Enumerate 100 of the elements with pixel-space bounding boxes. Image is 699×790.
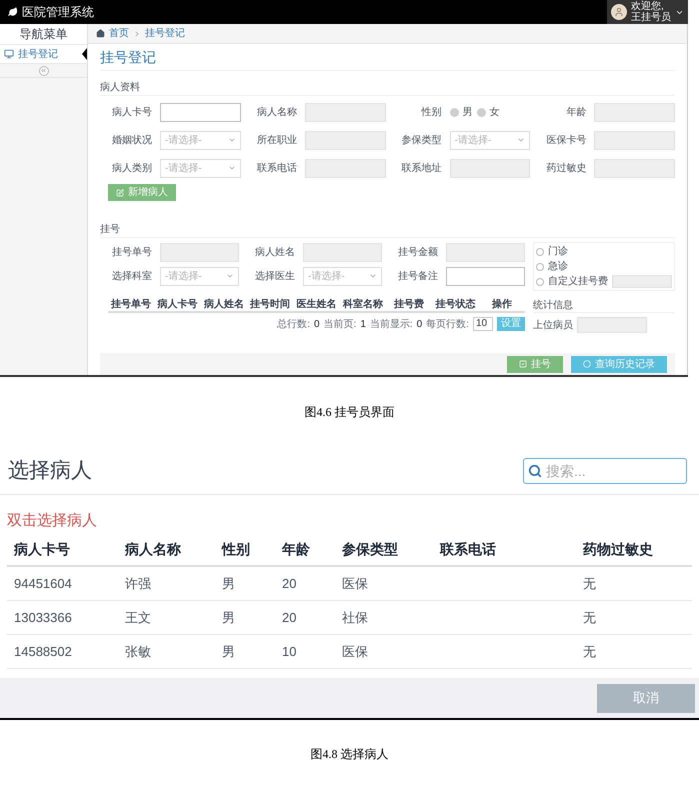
dropdown[interactable]: -请选择- [303, 266, 382, 286]
field-label: 医保卡号 [545, 134, 586, 148]
column-header: 病人卡号 [14, 540, 71, 558]
field-label: 病人名称 [256, 106, 297, 120]
field-label: 病人姓名 [254, 246, 295, 260]
table-cell-text: 医保 [342, 574, 369, 593]
chevron-icon [133, 30, 141, 38]
column-header: 年龄 [282, 540, 311, 558]
table-cell-text: 13033366 [14, 608, 73, 627]
monitor-icon [4, 49, 14, 59]
radio-button[interactable] [536, 278, 544, 286]
breadcrumb-link[interactable]: 挂号登记 [145, 26, 185, 41]
column-header: 挂号时间 [248, 298, 292, 312]
caret-icon [228, 164, 236, 172]
hint-text: 双击选择病人 [7, 512, 97, 529]
radio-button[interactable] [536, 262, 544, 270]
radio-label: 女 [490, 106, 500, 120]
column-header: 科室名称 [342, 297, 384, 312]
column-header: 性别 [222, 540, 251, 558]
column-header: 参保类型 [342, 540, 399, 558]
user-name: 王挂号员 [631, 12, 671, 23]
caret-icon [228, 136, 236, 144]
table-cell-text: 94451604 [14, 574, 73, 593]
search-icon [528, 464, 542, 478]
table-cell-text: 14588502 [14, 642, 73, 661]
double-chevron-icon [40, 67, 47, 74]
collapse-button[interactable] [38, 66, 48, 76]
column-header: 药物过敏史 [583, 540, 654, 558]
column-header: 病人姓名 [202, 298, 245, 312]
field-label: 病人类别 [111, 162, 152, 176]
pagination-value: 0 [416, 318, 422, 332]
sidebar-item[interactable]: 挂号登记 [0, 45, 87, 64]
sidebar-title: 导航菜单 [0, 24, 87, 45]
radio-label: 门诊 [548, 244, 568, 259]
pagination-label: 当前页: [324, 318, 356, 332]
action-button[interactable]: 挂号 [507, 356, 563, 372]
breadcrumb-link[interactable]: 首页 [109, 26, 129, 41]
table-cell-text: 社保 [342, 608, 369, 627]
checkbox-icon [519, 360, 527, 368]
radio-label: 男 [462, 106, 472, 120]
column-header: 挂号单号 [110, 298, 152, 312]
table-cell-text: 男 [222, 642, 236, 661]
input-field[interactable] [612, 275, 672, 288]
cancel-button[interactable]: 取消 [597, 684, 695, 712]
dropdown[interactable]: -请选择- [160, 266, 239, 286]
field-label: 年龄 [565, 106, 586, 120]
column-header: 病人卡号 [156, 298, 198, 312]
radio-button[interactable] [536, 248, 544, 256]
greeting-text: 欢迎您, [631, 1, 665, 12]
radio-button[interactable] [476, 108, 486, 116]
dialog-title: 选择病人 [8, 458, 92, 484]
field-label: 联系电话 [256, 162, 297, 176]
table-cell-text: 无 [583, 608, 597, 627]
field-label: 上位病员 [533, 318, 573, 332]
pagination-label: 每页行数: [426, 318, 469, 332]
table-cell-text: 无 [583, 642, 597, 661]
field-label: 挂号备注 [397, 270, 438, 284]
table-cell-text: 医保 [342, 642, 369, 661]
pagination-value: 1 [360, 318, 366, 332]
action-button[interactable]: 查询历史记录 [571, 356, 667, 372]
home-icon [96, 29, 105, 38]
column-header: 病人名称 [125, 540, 182, 558]
caret-icon [517, 136, 526, 144]
dropdown[interactable]: -请选择- [160, 158, 241, 178]
input-field[interactable] [160, 102, 241, 122]
dropdown[interactable]: -请选择- [450, 130, 530, 150]
table-cell-text: 10 [282, 642, 298, 661]
field-label: 性别 [420, 106, 442, 120]
pagination-label: 总行数: [277, 318, 310, 332]
field-label: 病人卡号 [111, 106, 152, 120]
field-label: 药过敏史 [545, 162, 586, 176]
section-title: 统计信息 [533, 300, 573, 311]
figure-caption: 图4.8 选择病人 [310, 746, 388, 763]
user-menu[interactable]: 欢迎您, 王挂号员 [607, 0, 688, 24]
column-header: 医生姓名 [295, 298, 338, 312]
table-row[interactable]: 13033366 王文 男 20 社保 无 [7, 601, 692, 635]
caret-icon [226, 272, 234, 280]
field-label: 婚姻状况 [111, 134, 152, 148]
set-button[interactable]: 设置 [497, 317, 525, 331]
field-label: 联系地址 [400, 162, 442, 176]
search-field[interactable]: 搜索... [523, 458, 687, 484]
section-title: 病人资料 [100, 82, 140, 93]
table-row[interactable]: 94451604 许强 男 20 医保 无 [7, 567, 692, 601]
radio-button[interactable] [450, 108, 458, 116]
column-header: 挂号费 [392, 298, 426, 312]
add-patient-button[interactable]: 新增病人 [108, 184, 176, 201]
table-cell-text: 王文 [125, 608, 152, 627]
circle-icon [583, 360, 591, 368]
field-label: 选择科室 [111, 270, 152, 284]
caret-icon [369, 272, 377, 280]
table-row[interactable]: 14588502 张敏 男 10 医保 无 [7, 635, 692, 669]
dropdown[interactable]: -请选择- [160, 130, 241, 150]
page-size-field[interactable]: 10 [473, 317, 493, 331]
table-cell-text: 无 [583, 574, 597, 593]
table-cell-text: 许强 [125, 574, 152, 593]
page-title: 挂号登记 [100, 48, 156, 66]
table-cell-text: 张敏 [125, 642, 152, 661]
input-field[interactable] [446, 266, 525, 286]
section-title: 挂号 [100, 224, 120, 235]
table-cell-text: 20 [282, 574, 298, 593]
